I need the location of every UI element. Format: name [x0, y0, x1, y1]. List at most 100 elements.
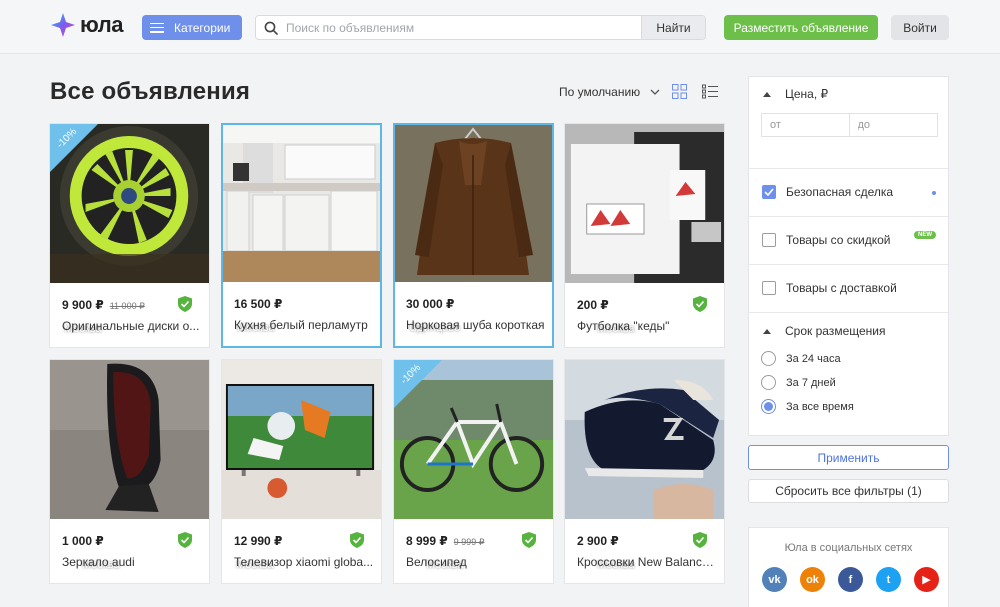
price-to-input[interactable]: [849, 114, 937, 136]
listing-price: 1 000 ₽: [62, 534, 104, 548]
price-range: [761, 113, 938, 137]
collapse-icon: [763, 91, 771, 97]
active-dot-icon: [932, 191, 936, 195]
listing-card[interactable]: Москва 200 ₽ Футболка "кеды": [564, 123, 725, 348]
checkbox-checked-icon: [762, 185, 776, 199]
safe-deal-checkbox[interactable]: Безопасная сделка: [762, 185, 893, 199]
top-header: юла Категории Найти Разместить объявлени…: [0, 0, 1000, 54]
old-price: 9 999 ₽: [453, 537, 485, 547]
period-heading: Срок размещения: [785, 324, 886, 338]
radio-selected-icon: [761, 399, 776, 414]
filters-panel: Цена, ₽ Безопасная сделка Товары со скид…: [748, 76, 949, 436]
sort-dropdown[interactable]: По умолчанию: [559, 85, 660, 99]
apply-filters-button[interactable]: Применить: [748, 445, 949, 470]
logo-text: юла: [80, 12, 123, 37]
logo[interactable]: юла: [50, 10, 123, 40]
period-filter-toggle[interactable]: Срок размещения: [763, 324, 885, 338]
period-filter: Срок размещения За 24 часа За 7 дней За …: [749, 313, 948, 437]
search-icon: [256, 21, 286, 35]
listing-photo: [565, 360, 724, 519]
verified-shield-icon: [350, 532, 364, 548]
period-option-all[interactable]: За все время: [761, 399, 854, 414]
listing-card[interactable]: Москва 16 500 ₽ Кухня белый перламутр: [221, 123, 382, 348]
sort-label: По умолчанию: [559, 85, 641, 99]
listing-card[interactable]: Москва 12 990 ₽ Телевизор xiaomi globa..…: [221, 359, 382, 584]
social-panel: Юла в социальных сетях vk ok f t ▶: [748, 527, 949, 607]
search-button[interactable]: Найти: [641, 16, 705, 39]
listing-price: 9 900 ₽11 000 ₽: [62, 298, 145, 312]
listing-card[interactable]: Одинцово 30 000 ₽ Норковая шуба короткая: [393, 123, 554, 348]
listing-price: 2 900 ₽: [577, 534, 619, 548]
listing-title: Кроссовки New Balance...: [577, 555, 717, 569]
social-links: vk ok f t ▶: [762, 567, 939, 592]
search-input[interactable]: [286, 16, 641, 39]
delivery-checkbox[interactable]: Товары с доставкой: [762, 281, 897, 295]
listing-card[interactable]: Москва 2 900 ₽ Кроссовки New Balance...: [564, 359, 725, 584]
listing-photo: [50, 360, 209, 519]
discount-ribbon: -10%: [50, 124, 98, 172]
listing-photo: [222, 360, 381, 519]
reset-filters-button[interactable]: Сбросить все фильтры (1): [748, 479, 949, 503]
verified-shield-icon: [693, 532, 707, 548]
checkbox-icon: [762, 281, 776, 295]
listing-price: 12 990 ₽: [234, 534, 283, 548]
discount-filter: Товары со скидкой NEW: [749, 217, 948, 265]
listing-title: Телевизор xiaomi globa...: [234, 555, 374, 569]
verified-shield-icon: [693, 296, 707, 312]
listing-price: 200 ₽: [577, 298, 609, 312]
new-badge: NEW: [914, 231, 936, 239]
listing-price: 16 500 ₽: [234, 297, 283, 311]
verified-shield-icon: [178, 532, 192, 548]
social-title: Юла в социальных сетях: [784, 542, 913, 554]
verified-shield-icon: [522, 532, 536, 548]
listing-title: Зеркало audi: [62, 555, 135, 569]
odnoklassniki-icon[interactable]: ok: [800, 567, 825, 592]
safe-deal-label: Безопасная сделка: [786, 185, 894, 199]
list-view-icon[interactable]: [702, 84, 718, 99]
listing-title: Футболка "кеды": [577, 319, 670, 333]
period-option-24h[interactable]: За 24 часа: [761, 351, 841, 366]
price-heading: Цена, ₽: [785, 87, 829, 101]
vk-icon[interactable]: vk: [762, 567, 787, 592]
delivery-filter: Товары с доставкой: [749, 265, 948, 313]
verified-shield-icon: [178, 296, 192, 312]
period-option-7d[interactable]: За 7 дней: [761, 375, 836, 390]
listing-photo: [395, 125, 552, 282]
listing-price: 8 999 ₽9 999 ₽: [406, 534, 485, 548]
price-from-input[interactable]: [762, 114, 850, 136]
listing-card[interactable]: -10% Москва 9 900 ₽11 000 ₽ Оригинальные…: [49, 123, 210, 348]
listing-title: Велосипед: [406, 555, 467, 569]
collapse-icon: [763, 328, 771, 334]
listing-photo: [565, 124, 724, 283]
listing-title: Норковая шуба короткая: [406, 318, 545, 332]
listing-title: Кухня белый перламутр: [234, 318, 368, 332]
facebook-icon[interactable]: f: [838, 567, 863, 592]
price-filter-toggle[interactable]: Цена, ₽: [763, 87, 828, 101]
discount-checkbox[interactable]: Товары со скидкой: [762, 233, 890, 247]
twitter-icon[interactable]: t: [876, 567, 901, 592]
listing-photo: [223, 125, 380, 282]
categories-button[interactable]: Категории: [142, 15, 242, 40]
discount-label: Товары со скидкой: [786, 233, 891, 247]
delivery-label: Товары с доставкой: [786, 281, 897, 295]
radio-icon: [761, 375, 776, 390]
listing-card[interactable]: Москва 1 000 ₽ Зеркало audi: [49, 359, 210, 584]
page-title: Все объявления: [50, 78, 251, 105]
price-filter: Цена, ₽: [749, 77, 948, 169]
listing-card[interactable]: -10% Москва 8 999 ₽9 999 ₽ Велосипед: [393, 359, 554, 584]
search-bar: Найти: [255, 15, 706, 40]
listing-price: 30 000 ₽: [406, 297, 455, 311]
menu-icon: [150, 22, 164, 33]
safe-deal-filter: Безопасная сделка: [749, 169, 948, 217]
post-ad-button[interactable]: Разместить объявление: [724, 15, 878, 40]
login-button[interactable]: Войти: [891, 15, 949, 40]
listing-title: Оригинальные диски о...: [62, 319, 200, 333]
grid-view-icon[interactable]: [672, 84, 687, 99]
logo-star-icon: [51, 13, 75, 37]
youtube-icon[interactable]: ▶: [914, 567, 939, 592]
categories-label: Категории: [174, 20, 231, 35]
old-price: 11 000 ₽: [109, 301, 145, 311]
discount-ribbon: -10%: [394, 360, 442, 408]
radio-icon: [761, 351, 776, 366]
chevron-down-icon: [650, 89, 660, 95]
